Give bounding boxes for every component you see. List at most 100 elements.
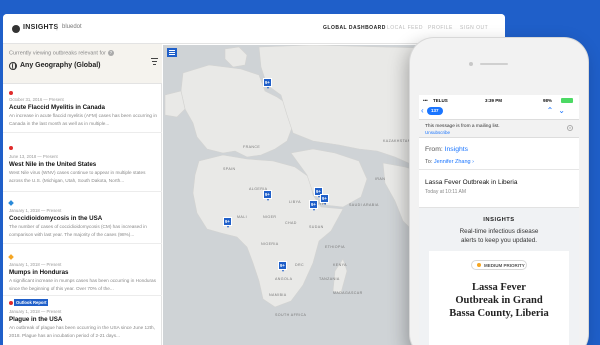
close-icon[interactable]: × <box>567 125 573 131</box>
mailing-list-banner: This message is from a mailing list. Uns… <box>419 119 579 138</box>
map-label: LIBYA <box>289 200 301 204</box>
outbreak-date: January 1, 2018 — Present <box>9 262 62 267</box>
status-bar: ••• TELUS 3:39 PM 98% <box>419 95 579 105</box>
outbreak-title[interactable]: Acute Flaccid Myelitis in Canada <box>9 104 105 111</box>
carrier-name: TELUS <box>433 98 448 103</box>
map-label: SPAIN <box>223 167 236 171</box>
help-icon[interactable]: ? <box>107 50 114 56</box>
map-label: CHAD <box>285 221 297 225</box>
email-tagline-line: alerts to keep you updated. <box>461 237 537 244</box>
from-label: From: <box>425 146 443 153</box>
to-label: To: <box>425 159 433 165</box>
alert-headline: Lassa Fever Outbreak in Grand Bassa Coun… <box>429 281 569 320</box>
outbreak-title[interactable]: Coccidioidomycosis in the USA <box>9 215 102 222</box>
nav-sign-out[interactable]: SIGN OUT <box>460 25 488 31</box>
mail-nav-bar: ‹ 137 ⌃⌄ <box>419 105 579 118</box>
phone-mockup: ••• TELUS 3:39 PM 98% ‹ 137 ⌃⌄ This mess… <box>410 38 588 345</box>
inbox-count[interactable]: 137 <box>427 107 443 115</box>
map-label: MADAGASCAR <box>333 291 363 295</box>
outbreak-title[interactable]: Mumps in Honduras <box>9 269 68 276</box>
map-label: TANZANIA <box>319 277 340 281</box>
email-subject: Lassa Fever Outbreak in Liberia <box>425 179 518 186</box>
severity-dot-icon <box>9 146 13 150</box>
speaker-grille <box>480 63 508 65</box>
priority-dot-icon <box>477 263 481 267</box>
outbreak-cluster-pin[interactable]: 9+ <box>309 200 318 211</box>
list-item[interactable]: October 31, 2016 — Present Acute Flaccid… <box>3 85 162 133</box>
outbreak-description: The number of cases of coccidioidomycosi… <box>9 224 147 237</box>
severity-dot-icon <box>9 91 13 95</box>
map-label: FRANCE <box>243 145 261 149</box>
globe-icon <box>9 62 17 70</box>
outbreak-cluster-pin[interactable]: 9+ <box>278 261 287 272</box>
headline-line: Lassa Fever <box>472 282 526 293</box>
outbreak-cluster-pin[interactable]: 9+ <box>263 190 272 201</box>
map-label: KENYA <box>333 263 347 267</box>
map-label: ETHIOPIA <box>325 245 345 249</box>
outlook-report-badge: Outlook Report <box>14 299 49 306</box>
message-nav-arrows[interactable]: ⌃⌄ <box>547 106 570 115</box>
recipient-name[interactable]: Jennifer Zhang <box>434 159 471 165</box>
map-label: NAMIBIA <box>269 293 287 297</box>
list-item[interactable]: January 1, 2018 — Present Mumps in Hondu… <box>3 244 162 296</box>
map-label: SAUDI ARABIA <box>349 203 379 207</box>
list-item[interactable]: June 13, 2018 — Present West Nile in the… <box>3 133 162 192</box>
severity-diamond-icon <box>8 254 14 260</box>
outbreak-sidebar: Currently viewing outbreaks relevant for… <box>3 44 162 345</box>
camera-icon <box>469 62 473 66</box>
battery-icon <box>561 98 573 103</box>
outbreak-cluster-pin[interactable]: 9+ <box>320 194 329 205</box>
outbreak-title[interactable]: Plague in the USA <box>9 316 62 323</box>
priority-badge: MEDIUM PRIORITY <box>471 260 527 270</box>
email-body: INSIGHTS Real-time infectious disease al… <box>419 207 579 345</box>
outbreak-cluster-pin[interactable]: 9+ <box>263 78 272 89</box>
outbreak-cluster-pin[interactable]: 9+ <box>223 217 232 228</box>
mailing-list-message: This message is from a mailing list. <box>425 124 500 129</box>
priority-label: MEDIUM PRIORITY <box>484 262 525 268</box>
email-tagline-line: Real-time infectious disease <box>459 228 539 235</box>
outbreak-date: October 31, 2016 — Present <box>9 97 64 102</box>
from-line: From: Insights <box>425 146 468 153</box>
alert-card[interactable]: MEDIUM PRIORITY Lassa Fever Outbreak in … <box>429 251 569 345</box>
divider <box>419 169 579 170</box>
map-label: DRC <box>295 263 304 267</box>
outbreak-title[interactable]: West Nile in the United States <box>9 161 96 168</box>
outbreak-date: January 1, 2018 — Present <box>9 309 62 314</box>
logo-separator: | <box>56 24 58 31</box>
map-label: NIGER <box>263 215 277 219</box>
filter-icon[interactable] <box>151 58 158 67</box>
selected-geography[interactable]: Any Geography (Global) <box>20 62 101 69</box>
received-time: Today at 10:11 AM <box>425 189 467 195</box>
outbreak-description: A significant increase in mumps cases ha… <box>9 278 156 291</box>
geography-filter[interactable]: Currently viewing outbreaks relevant for… <box>3 44 162 84</box>
map-label: NIGERIA <box>261 242 279 246</box>
status-time: 3:39 PM <box>485 98 503 103</box>
nav-local-feed[interactable]: LOCAL FEED <box>387 25 423 31</box>
list-view-toggle[interactable] <box>167 48 177 57</box>
signal-icon: ••• <box>423 98 428 103</box>
severity-diamond-icon <box>8 200 14 206</box>
unsubscribe-link[interactable]: Unsubscribe <box>425 130 450 135</box>
filter-caption: Currently viewing outbreaks relevant for… <box>9 50 114 57</box>
severity-dot-icon <box>9 301 13 305</box>
nav-global-dashboard[interactable]: GLOBAL DASHBOARD <box>323 25 386 31</box>
logo-name[interactable]: INSIGHTS <box>23 24 58 31</box>
headline-line: Bassa County, Liberia <box>449 308 549 319</box>
map-label: ANGOLA <box>275 277 293 281</box>
outbreak-description: An increase in acute flaccid myelitis (A… <box>9 113 157 126</box>
map-label: SUDAN <box>309 225 324 229</box>
logo-subtitle: bluedot <box>62 24 82 30</box>
list-item[interactable]: Outlook Report January 1, 2018 — Present… <box>3 296 162 345</box>
nav-profile[interactable]: PROFILE <box>428 25 453 31</box>
phone-screen: ••• TELUS 3:39 PM 98% ‹ 137 ⌃⌄ This mess… <box>419 95 579 345</box>
back-chevron-icon[interactable]: ‹ <box>421 107 424 115</box>
outbreak-date: June 13, 2018 — Present <box>9 154 58 159</box>
email-brand: INSIGHTS <box>483 217 515 223</box>
outbreak-description: West Nile virus (WNV) cases continue to … <box>9 170 146 183</box>
map-label: MALI <box>237 215 247 219</box>
map-label: IRAN <box>375 177 386 181</box>
sender-name[interactable]: Insights <box>445 146 468 153</box>
battery-percent: 98% <box>543 98 553 103</box>
list-item[interactable]: January 1, 2018 — Present Coccidioidomyc… <box>3 192 162 244</box>
headline-line: Outbreak in Grand <box>455 295 543 306</box>
